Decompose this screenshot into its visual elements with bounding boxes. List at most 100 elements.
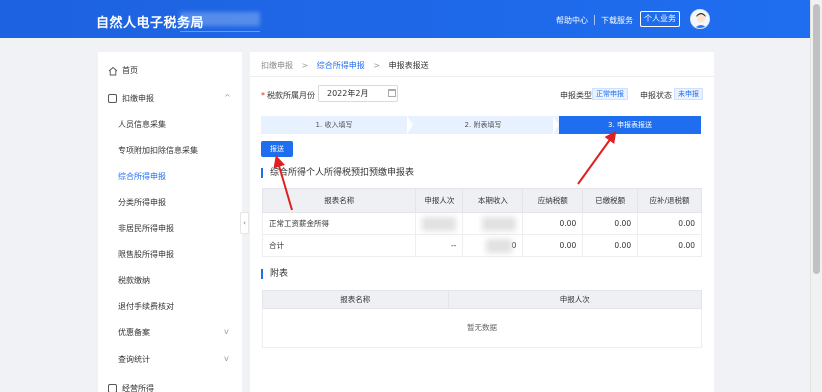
scrollbar-thumb[interactable] [813, 4, 820, 274]
breadcrumb-withholding[interactable]: 扣缴申报 [261, 61, 293, 70]
sidebar-item-preferential-filing[interactable]: 优惠备案 v [98, 324, 242, 342]
sidebar-collapse-button[interactable]: ‹ [240, 212, 249, 234]
redacted-region-name [180, 12, 260, 26]
sidebar-item-label: 经营所得 [122, 384, 154, 392]
form-icon [108, 94, 117, 103]
required-mark: * [261, 91, 265, 100]
tax-period-label-text: 税款所属月份 [267, 91, 315, 100]
empty-state: 暂无数据 [262, 308, 702, 348]
total-label-cell: 合计 [261, 234, 417, 257]
sidebar-item-label: 查询统计 [118, 355, 150, 364]
breadcrumb-current: 申报表报送 [388, 61, 429, 70]
declaration-type-badge: 正常申报 [592, 88, 628, 100]
user-avatar-icon [691, 10, 709, 28]
sidebar-item-comprehensive-income[interactable]: 综合所得申报 [98, 168, 242, 186]
column-header: 应补/退税额 [637, 188, 702, 213]
step-progress: 1. 收入填写 2. 附表填写 3. 申报表报送 [261, 116, 701, 134]
tax-paid-cell: 0.00 [582, 234, 639, 257]
declaration-type-label: 申报类型 [560, 91, 592, 100]
tax-payable-cell: 0.00 [522, 212, 584, 235]
sidebar-item-label: 综合所得申报 [118, 172, 166, 181]
sidebar-item-personnel-info[interactable]: 人员信息采集 [98, 116, 242, 134]
current-income-cell: 0 [462, 234, 524, 257]
submit-report-button[interactable]: 报送 [261, 141, 293, 157]
sidebar-item-special-deduction[interactable]: 专项附加扣除信息采集 [98, 142, 242, 160]
step-income-entry[interactable]: 1. 收入填写 [261, 116, 407, 134]
report-count-cell: -- [415, 234, 464, 257]
sidebar-item-query-stats[interactable]: 查询统计 v [98, 351, 242, 369]
download-service-link[interactable]: 下载服务 [601, 15, 633, 26]
personal-business-button[interactable]: 个人业务 [640, 11, 680, 27]
main-report-table: 报表名称 申报人次 本期收入 应纳税额 已缴税额 应补/退税额 正常工资薪金所得… [261, 188, 702, 257]
table-row: 合计 -- 0 0.00 0.00 0.00 [261, 234, 702, 257]
sidebar-item-home[interactable]: 首页 [98, 62, 242, 80]
redacted-value [485, 238, 512, 253]
calendar-icon[interactable] [388, 89, 396, 97]
breadcrumb-separator: > [301, 61, 309, 70]
attachment-table: 报表名称 申报人次 [262, 290, 703, 309]
sidebar-item-withholding-declaration[interactable]: 扣缴申报 ^ [98, 90, 242, 108]
current-income-total: 0 [511, 240, 517, 250]
sidebar-item-tax-payment[interactable]: 税款缴纳 [98, 272, 242, 290]
sidebar-item-restricted-stock[interactable]: 限售股所得申报 [98, 246, 242, 264]
folder-icon [108, 384, 117, 392]
sidebar-item-classified-income[interactable]: 分类所得申报 [98, 194, 242, 212]
sidebar-item-label: 扣缴申报 [122, 94, 154, 103]
brand-underline [180, 31, 260, 32]
tax-payable-cell: 0.00 [522, 234, 584, 257]
column-header: 报表名称 [262, 290, 449, 309]
section-title-attachments: 附表 [261, 269, 288, 279]
column-header: 本期收入 [462, 188, 524, 213]
sidebar-item-label: 退付手续费核对 [118, 302, 174, 311]
tax-paid-cell: 0.00 [582, 212, 639, 235]
declaration-status-badge: 未申报 [674, 88, 703, 100]
sidebar: 首页 扣缴申报 ^ 人员信息采集 专项附加扣除信息采集 综合所得申报 分类所得申… [98, 52, 242, 392]
page-scrollbar[interactable] [810, 0, 822, 392]
table-header-row: 报表名称 申报人次 本期收入 应纳税额 已缴税额 应补/退税额 [261, 188, 702, 213]
sidebar-item-label: 限售股所得申报 [118, 250, 174, 259]
chevron-up-icon: ^ [224, 93, 231, 102]
column-header: 申报人次 [447, 290, 703, 309]
report-count-cell [415, 212, 464, 235]
tax-period-input[interactable]: 2022年2月 [318, 85, 398, 102]
sidebar-item-label: 分类所得申报 [118, 198, 166, 207]
sidebar-item-fee-refund[interactable]: 退付手续费核对 [98, 298, 242, 316]
top-header: 自然人电子税务局 帮助中心 下载服务 个人业务 [0, 0, 810, 38]
help-center-link[interactable]: 帮助中心 [556, 15, 588, 26]
declaration-status-label: 申报状态 [640, 91, 672, 100]
sidebar-item-label: 首页 [122, 66, 138, 75]
step-report-submission[interactable]: 3. 申报表报送 [559, 116, 701, 134]
divider [250, 76, 714, 77]
main-panel: 扣缴申报 > 综合所得申报 > 申报表报送 * 税款所属月份 2022年2月 申报… [250, 52, 714, 392]
refund-cell: 0.00 [637, 234, 702, 257]
sidebar-item-label: 非居民所得申报 [118, 224, 174, 233]
sidebar-item-label: 专项附加扣除信息采集 [118, 146, 198, 155]
sidebar-item-label: 人员信息采集 [118, 120, 166, 129]
sidebar-item-label: 优惠备案 [118, 328, 150, 337]
sidebar-item-nonresident-income[interactable]: 非居民所得申报 [98, 220, 242, 238]
table-header-row: 报表名称 申报人次 [262, 290, 703, 309]
breadcrumb-comprehensive-income[interactable]: 综合所得申报 [317, 61, 365, 70]
sidebar-item-business-income[interactable]: 经营所得 [98, 380, 242, 392]
breadcrumb-separator: > [373, 61, 381, 70]
column-header: 已缴税额 [582, 188, 639, 213]
section-title-main-report: 综合所得个人所得税预扣预缴申报表 [261, 168, 414, 178]
header-divider [594, 15, 595, 25]
refund-cell: 0.00 [637, 212, 702, 235]
table-row: 正常工资薪金所得 0.00 0.00 0.00 [261, 212, 702, 235]
chevron-down-icon: v [224, 327, 229, 336]
breadcrumb: 扣缴申报 > 综合所得申报 > 申报表报送 [261, 60, 435, 71]
column-header: 应纳税额 [522, 188, 584, 213]
redacted-value [422, 216, 457, 231]
avatar[interactable] [690, 9, 710, 29]
sidebar-item-label: 税款缴纳 [118, 276, 150, 285]
column-header: 报表名称 [261, 188, 417, 213]
report-name-link[interactable]: 正常工资薪金所得 [261, 212, 417, 235]
step-attachment-entry[interactable]: 2. 附表填写 [413, 116, 553, 134]
tax-period-label: * 税款所属月份 [261, 90, 315, 101]
current-income-cell [462, 212, 524, 235]
redacted-value [482, 216, 517, 231]
chevron-down-icon: v [224, 354, 229, 363]
home-icon [108, 66, 118, 76]
column-header: 申报人次 [415, 188, 464, 213]
